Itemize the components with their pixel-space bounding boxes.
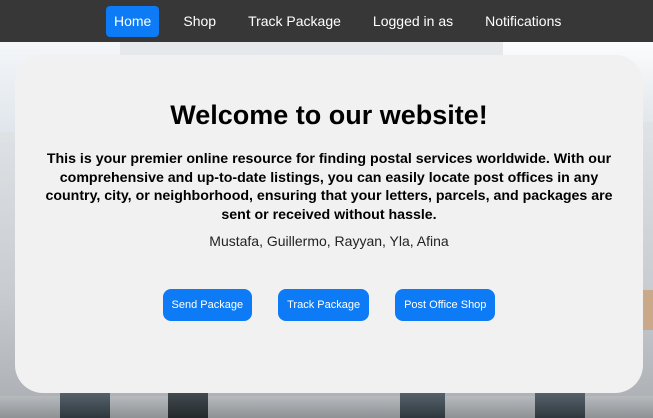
nav-shop-link[interactable]: Shop — [175, 6, 224, 37]
nav-home-link[interactable]: Home — [106, 5, 160, 37]
track-package-button[interactable]: Track Package — [278, 289, 370, 321]
nav-track-package-link[interactable]: Track Package — [240, 6, 349, 37]
page-title: Welcome to our website! — [170, 100, 488, 130]
action-buttons: Send Package Track Package Post Office S… — [15, 289, 643, 321]
nav-logged-in-as-link[interactable]: Logged in as — [365, 6, 461, 37]
team-names: Mustafa, Guillermo, Rayyan, Yla, Afina — [209, 233, 449, 249]
welcome-card: Welcome to our website! This is your pre… — [15, 55, 643, 393]
nav-notifications-link[interactable]: Notifications — [477, 6, 569, 37]
top-navbar: Home Shop Track Package Logged in as Not… — [0, 0, 653, 42]
send-package-button[interactable]: Send Package — [162, 289, 253, 321]
post-office-shop-button[interactable]: Post Office Shop — [395, 289, 496, 321]
intro-text: This is your premier online resource for… — [45, 151, 613, 223]
